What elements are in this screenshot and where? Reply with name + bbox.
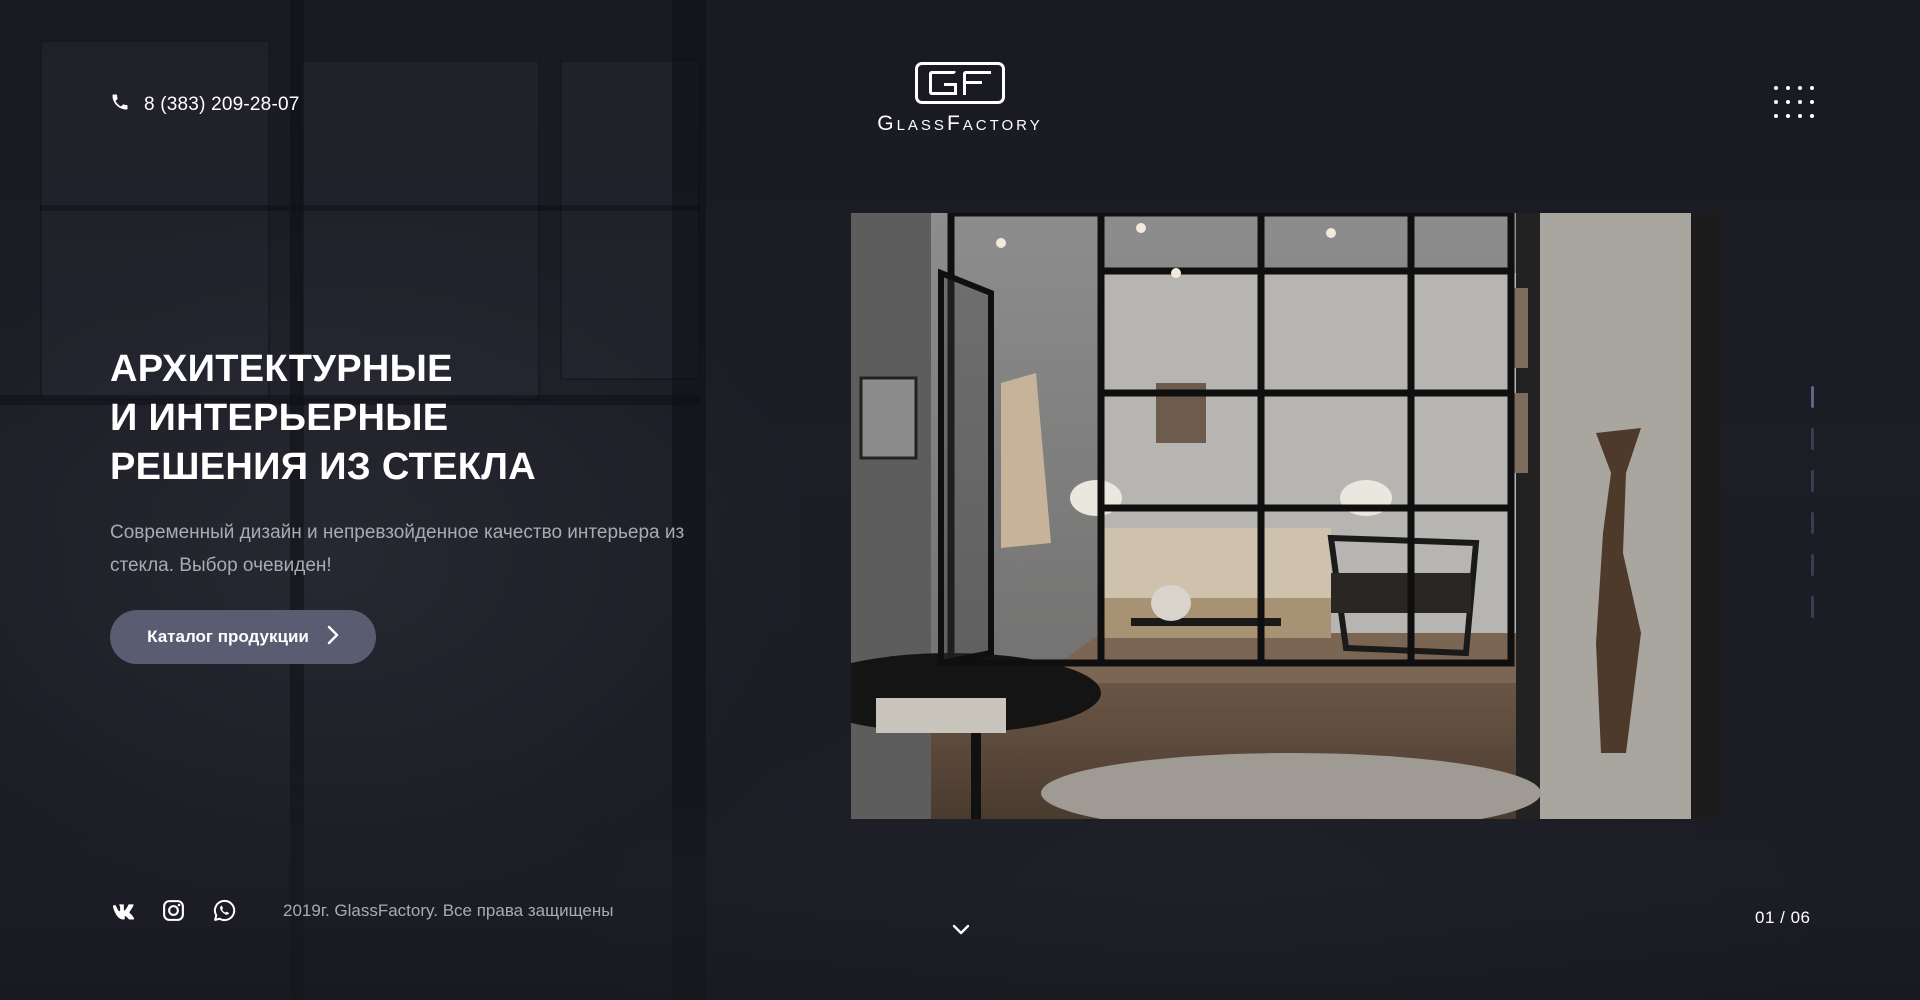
logo-text: GlassFactory xyxy=(877,112,1043,135)
logo[interactable]: GlassFactory xyxy=(838,62,1082,136)
slide-indicator-6[interactable] xyxy=(1811,596,1814,618)
slider-pagination xyxy=(1811,386,1815,618)
logo-mark xyxy=(915,62,1005,104)
hero-subtitle: Современный дизайн и непревзойденное кач… xyxy=(110,522,685,576)
hero-title: АРХИТЕКТУРНЫЕ И ИНТЕРЬЕРНЫЕ РЕШЕНИЯ ИЗ С… xyxy=(110,348,536,488)
catalog-button[interactable]: Каталог продукции xyxy=(110,610,376,664)
copyright-text: 2019г. GlassFactory. Все права защищены xyxy=(283,901,614,920)
chevron-down-icon[interactable] xyxy=(950,918,972,940)
chevron-right-icon xyxy=(327,625,339,650)
vk-icon[interactable] xyxy=(110,898,135,923)
phone-number: 8 (383) 209-28-07 xyxy=(144,94,300,115)
catalog-button-label: Каталог продукции xyxy=(147,627,309,646)
interior-photo xyxy=(851,213,1721,819)
slide-indicator-4[interactable] xyxy=(1811,512,1814,534)
grid-menu-icon[interactable] xyxy=(1774,84,1814,124)
slide-indicator-5[interactable] xyxy=(1811,554,1814,576)
whatsapp-icon[interactable] xyxy=(212,898,237,923)
slide-indicator-1[interactable] xyxy=(1811,386,1814,408)
hero-section: АРХИТЕКТУРНЫЕ И ИНТЕРЬЕРНЫЕ РЕШЕНИЯ ИЗ С… xyxy=(110,345,710,582)
instagram-icon[interactable] xyxy=(161,898,186,923)
slide-indicator-2[interactable] xyxy=(1811,428,1814,450)
slide-counter: 01 / 06 xyxy=(1755,908,1811,927)
slide-indicator-3[interactable] xyxy=(1811,470,1814,492)
phone-contact[interactable]: 8 (383) 209-28-07 xyxy=(110,92,300,118)
social-links xyxy=(110,898,237,923)
phone-icon xyxy=(110,92,130,118)
